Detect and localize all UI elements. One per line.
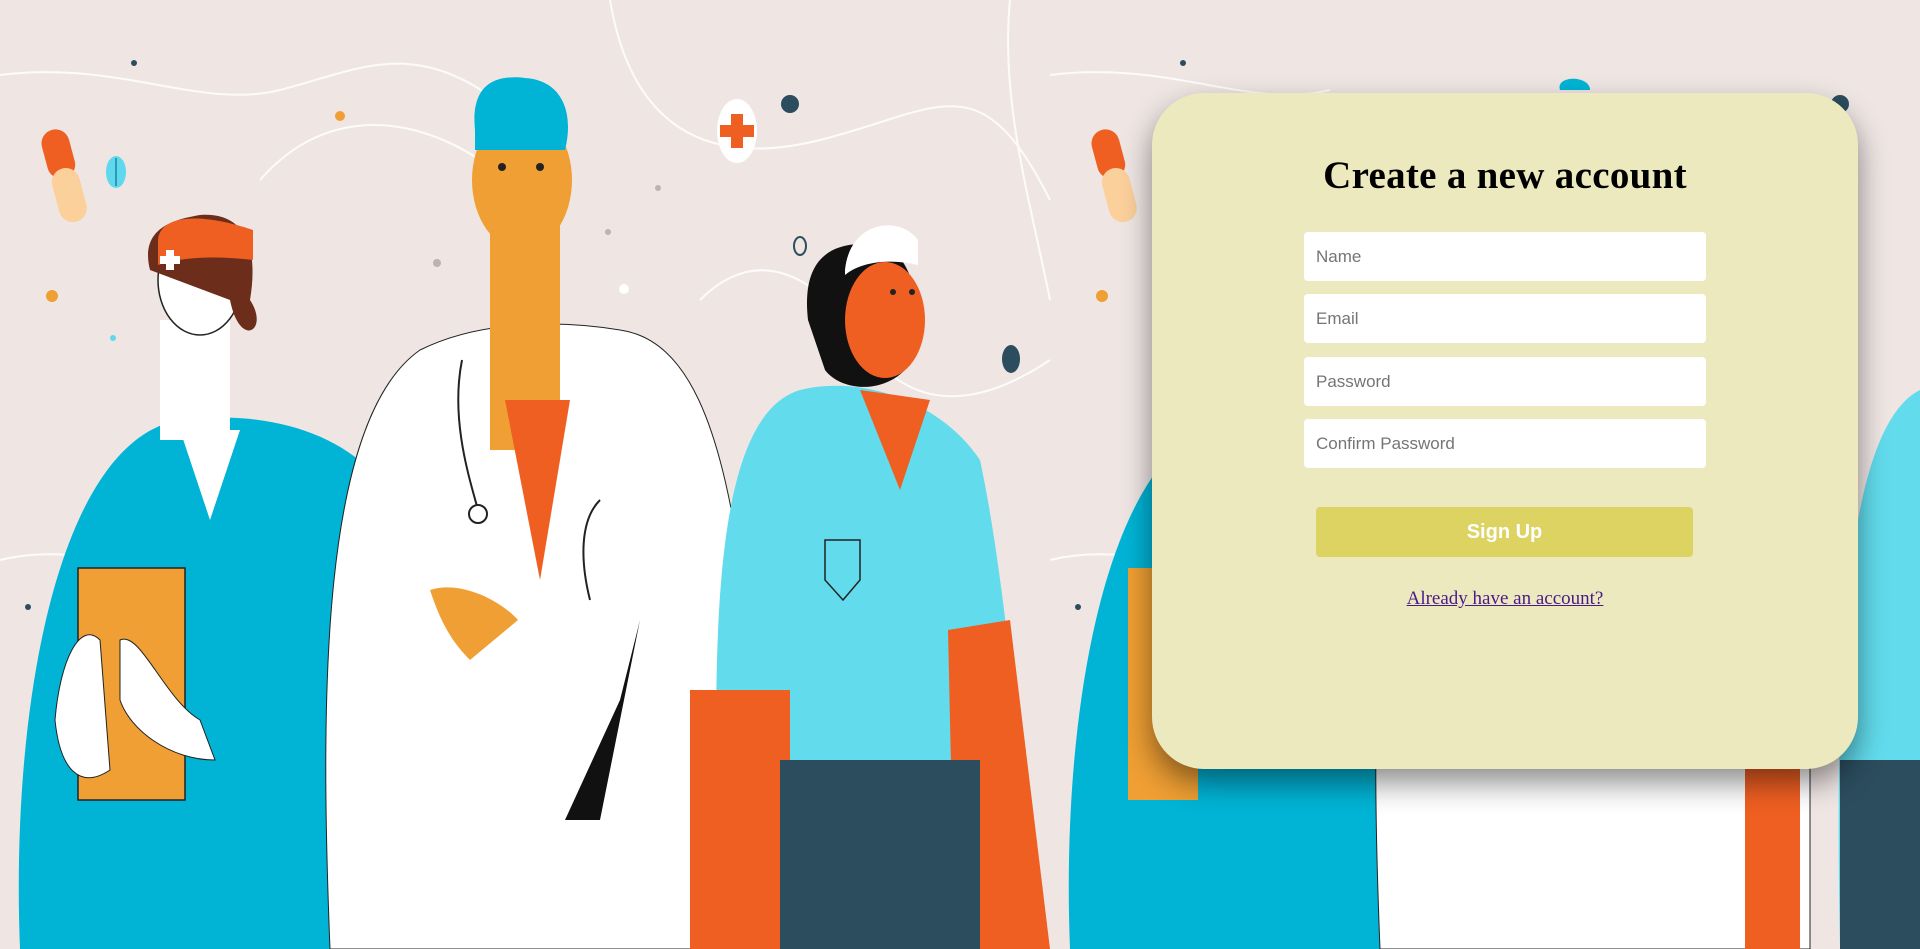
page-title: Create a new account bbox=[1323, 154, 1687, 197]
email-input[interactable] bbox=[1304, 294, 1706, 343]
name-input[interactable] bbox=[1304, 232, 1706, 281]
sign-up-button[interactable]: Sign Up bbox=[1316, 507, 1693, 557]
signup-card: Create a new account Sign Up Already hav… bbox=[1152, 93, 1858, 769]
confirm-password-input[interactable] bbox=[1304, 419, 1706, 468]
password-input[interactable] bbox=[1304, 357, 1706, 406]
already-have-account-link[interactable]: Already have an account? bbox=[1152, 588, 1858, 610]
